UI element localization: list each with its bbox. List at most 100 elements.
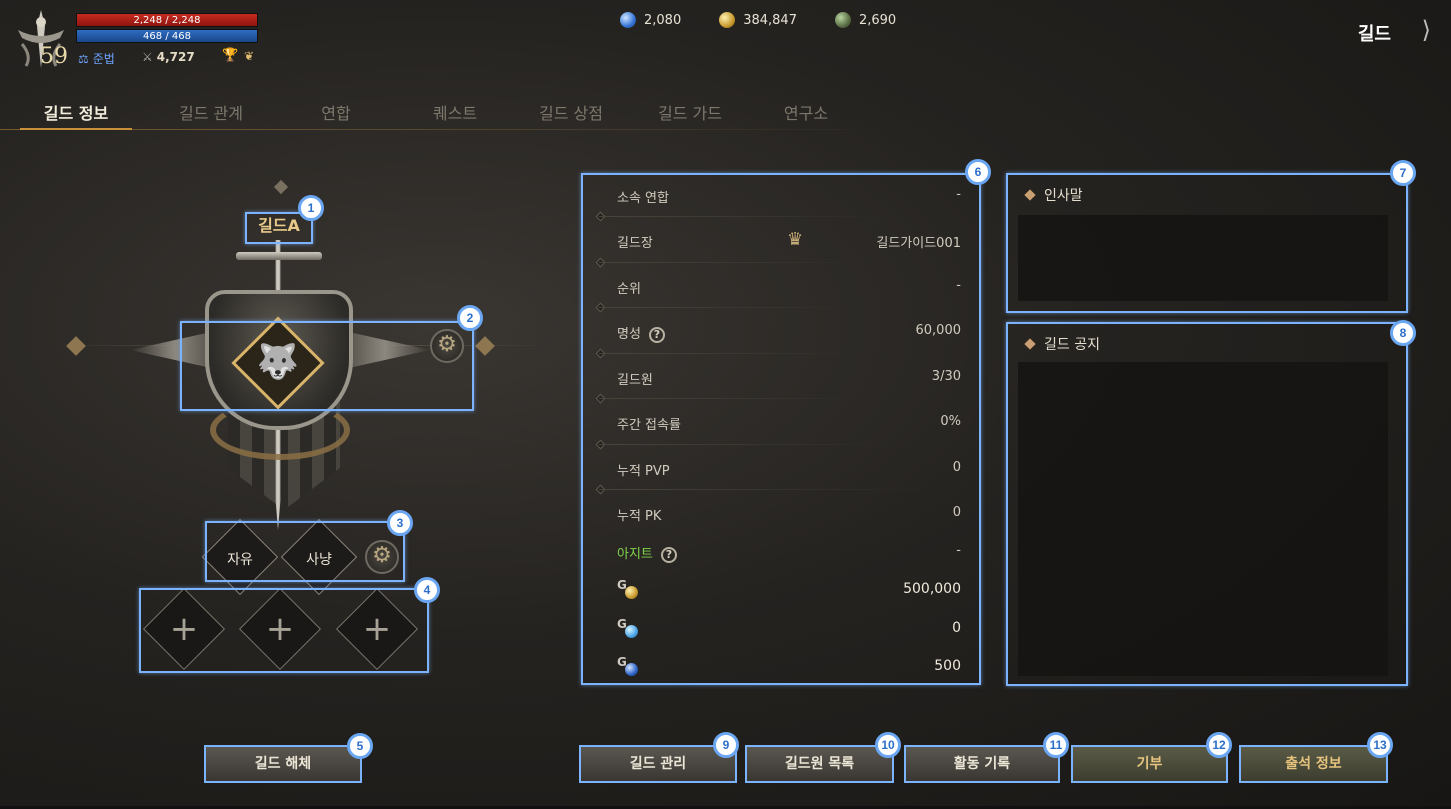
greeting-text-area[interactable] xyxy=(1018,215,1388,301)
tab-quest[interactable]: 퀘스트 xyxy=(382,96,528,130)
scales-icon: ⚖ xyxy=(78,51,89,66)
callout-badge: 5 xyxy=(347,733,373,759)
info-value: 0 xyxy=(952,505,961,520)
fund-value: 500 xyxy=(934,658,961,674)
gold-coin-icon xyxy=(625,586,638,599)
currency-value: 2,690 xyxy=(858,12,897,28)
callout-badge: 8 xyxy=(1390,320,1416,346)
row-separator xyxy=(599,353,959,354)
info-value: 60,000 xyxy=(915,323,962,338)
tab-research[interactable]: 연구소 xyxy=(766,96,846,130)
info-label: 길드원 xyxy=(617,373,653,388)
combat-power: ⚔ 4,727 xyxy=(142,50,195,64)
info-value: - xyxy=(956,187,961,202)
info-row-pvp: 누적 PVP 0 xyxy=(617,457,961,481)
member-list-button[interactable]: 길드원 목록 xyxy=(745,745,894,783)
row-separator xyxy=(599,216,959,217)
tab-guild-shop[interactable]: 길드 상점 xyxy=(528,96,614,130)
tab-guild-relations[interactable]: 길드 관계 xyxy=(132,96,290,130)
diamond-bullet-icon xyxy=(1024,189,1036,201)
currency-value: 384,847 xyxy=(743,12,797,28)
rank-emblem-icon[interactable]: ❦ xyxy=(244,49,254,63)
decor-diamond xyxy=(273,179,289,195)
callout-badge: 3 xyxy=(387,510,413,536)
fund-row-gold: G 500,000 xyxy=(617,578,961,602)
callout-badge: 1 xyxy=(298,195,324,221)
donate-button[interactable]: 기부 xyxy=(1071,745,1228,783)
currency-gold: 384,847 xyxy=(719,12,797,28)
callout-badge: 12 xyxy=(1206,732,1232,758)
callout-badge: 6 xyxy=(965,159,991,185)
info-row-fame: 명성? 60,000 xyxy=(617,320,961,344)
row-separator xyxy=(599,307,959,308)
highlight-add-slots xyxy=(139,588,429,673)
row-separator xyxy=(599,489,959,490)
sword-crossguard xyxy=(236,252,322,260)
tab-guild-info[interactable]: 길드 정보 xyxy=(20,96,132,130)
green-token-icon xyxy=(834,12,851,28)
info-value: 3/30 xyxy=(931,369,961,384)
info-row-members: 길드원 3/30 xyxy=(617,366,961,390)
row-separator xyxy=(599,398,959,399)
callout-badge: 7 xyxy=(1390,160,1416,186)
attendance-info-button[interactable]: 출석 정보 xyxy=(1239,745,1388,783)
info-value: 길드가이드001 xyxy=(876,236,961,251)
crossed-swords-icon: ⚔ xyxy=(142,50,153,64)
currency-value: 2,080 xyxy=(644,12,682,28)
crystal-icon xyxy=(625,625,638,638)
hp-bar: 2,248 / 2,248 xyxy=(76,13,258,27)
guild-tabs: 길드 정보 길드 관계 연합 퀘스트 길드 상점 길드 가드 연구소 xyxy=(20,96,846,130)
highlight-tags xyxy=(205,521,405,582)
info-row-weekly-attendance: 주간 접속률 0% xyxy=(617,411,961,435)
greeting-title: 인사말 xyxy=(1024,185,1083,205)
alignment-label: 준법 xyxy=(92,52,115,66)
blue-gem-icon xyxy=(620,12,636,28)
info-value: - xyxy=(956,543,961,558)
callout-badge: 2 xyxy=(457,305,483,331)
guild-gold-icon: G xyxy=(617,578,639,600)
decor-diamond xyxy=(66,336,86,356)
info-label: 소속 연합 xyxy=(617,191,669,206)
currency-blue-gem: 2,080 xyxy=(620,12,681,28)
info-label-wrap: 명성? xyxy=(617,323,665,343)
decor-diamond xyxy=(475,336,495,356)
info-label-wrap: 아지트? xyxy=(617,543,677,563)
fund-row-crystal: G 0 xyxy=(617,617,961,641)
character-level: 59 xyxy=(40,44,68,69)
notice-text-area[interactable] xyxy=(1018,362,1388,676)
help-icon[interactable]: ? xyxy=(648,326,665,343)
combat-power-value: 4,727 xyxy=(156,50,195,64)
disband-guild-button[interactable]: 길드 해체 xyxy=(204,745,362,783)
info-row-alliance: 소속 연합 - xyxy=(617,184,961,208)
tab-alliance[interactable]: 연합 xyxy=(290,96,382,130)
fund-value: 0 xyxy=(952,620,961,636)
trophy-icon[interactable]: 🏆 xyxy=(222,48,238,63)
callout-badge: 11 xyxy=(1043,732,1069,758)
exit-arrow-icon[interactable]: ⟩ xyxy=(1422,16,1431,44)
tab-guild-guard[interactable]: 길드 가드 xyxy=(614,96,766,130)
manage-guild-button[interactable]: 길드 관리 xyxy=(579,745,737,783)
info-row-guild-master: 길드장 ♛ 길드가이드001 xyxy=(617,229,961,253)
callout-badge: 4 xyxy=(414,577,440,603)
info-label: 순위 xyxy=(617,282,641,297)
info-label: 길드장 xyxy=(617,236,653,251)
row-separator xyxy=(599,262,959,263)
help-icon[interactable]: ? xyxy=(660,546,677,563)
info-label: 주간 접속률 xyxy=(617,418,681,433)
info-row-hideout: 아지트? - xyxy=(617,540,961,564)
greeting-panel: 인사말 xyxy=(1006,173,1408,313)
row-separator xyxy=(599,444,959,445)
notice-title-text: 길드 공지 xyxy=(1044,337,1100,353)
activity-log-button[interactable]: 활동 기록 xyxy=(904,745,1060,783)
guild-crystal-icon: G xyxy=(617,617,639,639)
menu-title: 길드 xyxy=(1357,24,1391,45)
info-label-hideout: 아지트 xyxy=(617,547,653,562)
info-value: - xyxy=(956,278,961,293)
mp-bar: 468 / 468 xyxy=(76,29,258,43)
info-label: 누적 PVP xyxy=(617,464,670,479)
diamond-bullet-icon xyxy=(1024,338,1036,350)
alignment-status: ⚖ 준법 xyxy=(78,50,115,67)
info-label: 명성 xyxy=(617,327,641,342)
gem-icon xyxy=(625,663,638,676)
crown-icon: ♛ xyxy=(787,229,804,250)
